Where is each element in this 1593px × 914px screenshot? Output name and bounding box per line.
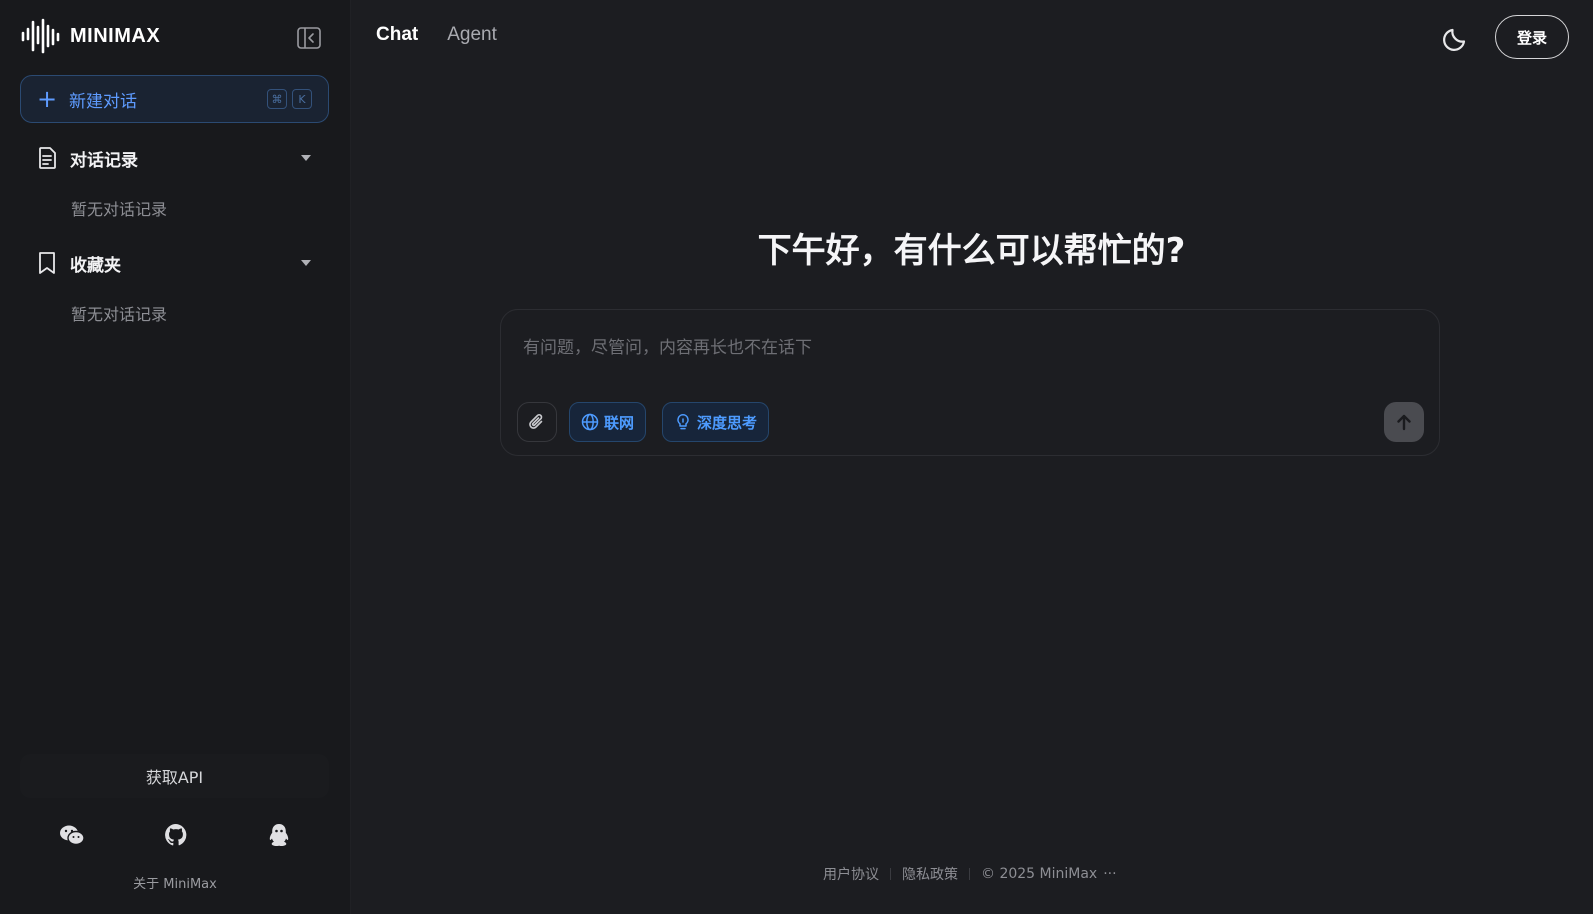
brand-name: MINIMAX [70, 24, 161, 47]
moon-icon [1443, 28, 1466, 51]
user-agreement-link[interactable]: 用户协议 [823, 864, 879, 884]
sidebar-collapse-icon [297, 27, 321, 49]
shortcut-hint: ⌘ K [267, 89, 312, 109]
brand-logo[interactable]: MINIMAX [20, 18, 160, 54]
github-button[interactable] [161, 820, 191, 850]
favorites-section-toggle[interactable]: 收藏夹 [36, 248, 316, 278]
sidebar: MINIMAX + 新建对话 ⌘ K 对话记录 暂无对话记录 收藏夹 暂无对话记… [0, 0, 351, 914]
deep-think-label: 深度思考 [697, 413, 758, 432]
qq-icon [269, 824, 289, 846]
new-chat-label: 新建对话 [69, 91, 137, 112]
document-icon [36, 147, 58, 169]
web-search-toggle[interactable]: 联网 [569, 402, 647, 442]
new-chat-button[interactable]: + 新建对话 ⌘ K [20, 75, 329, 123]
send-button[interactable] [1384, 402, 1424, 442]
footer: 用户协议 隐私政策 © 2025 MiniMax ··· [823, 864, 1117, 884]
privacy-policy-link[interactable]: 隐私政策 [902, 864, 958, 884]
copyright-text: © 2025 MiniMax [981, 866, 1098, 882]
get-api-button[interactable]: 获取API [20, 754, 329, 798]
history-section-toggle[interactable]: 对话记录 [36, 143, 316, 173]
theme-toggle-button[interactable] [1442, 24, 1470, 52]
k-key: K [292, 89, 312, 109]
chat-composer: 有问题，尽管问，内容再长也不在话下 联网 深度思考 [500, 309, 1440, 456]
paperclip-icon [529, 414, 543, 429]
attach-button[interactable] [517, 402, 557, 442]
about-link[interactable]: 关于 MiniMax [0, 873, 350, 892]
cmd-key: ⌘ [267, 89, 287, 109]
tab-chat[interactable]: Chat [376, 24, 418, 46]
footer-divider [969, 868, 970, 880]
caret-down-icon [301, 155, 311, 161]
plus-icon: + [37, 85, 58, 113]
login-button[interactable]: 登录 [1495, 15, 1569, 59]
tab-agent[interactable]: Agent [447, 24, 497, 46]
wechat-icon [60, 825, 85, 846]
bookmark-icon [36, 252, 58, 274]
lightbulb-icon [677, 414, 689, 430]
more-menu-button[interactable]: ··· [1103, 866, 1116, 882]
history-title: 对话记录 [70, 150, 138, 171]
history-empty-text: 暂无对话记录 [71, 200, 168, 219]
favorites-title: 收藏夹 [70, 255, 121, 276]
qq-button[interactable] [264, 820, 294, 850]
github-icon [165, 824, 187, 846]
footer-divider [890, 868, 891, 880]
arrow-up-icon [1397, 414, 1411, 431]
waveform-logo-icon [21, 18, 60, 54]
favorites-empty-text: 暂无对话记录 [71, 305, 168, 324]
deep-think-toggle[interactable]: 深度思考 [662, 402, 770, 442]
wechat-button[interactable] [57, 820, 87, 850]
globe-icon [581, 413, 599, 431]
greeting-heading: 下午好，有什么可以帮忙的? [757, 231, 1186, 271]
top-tabs: Chat Agent [376, 24, 497, 46]
chat-input[interactable]: 有问题，尽管问，内容再长也不在话下 [523, 333, 812, 358]
sidebar-collapse-button[interactable] [296, 25, 322, 51]
caret-down-icon [301, 260, 311, 266]
web-search-label: 联网 [604, 413, 635, 432]
